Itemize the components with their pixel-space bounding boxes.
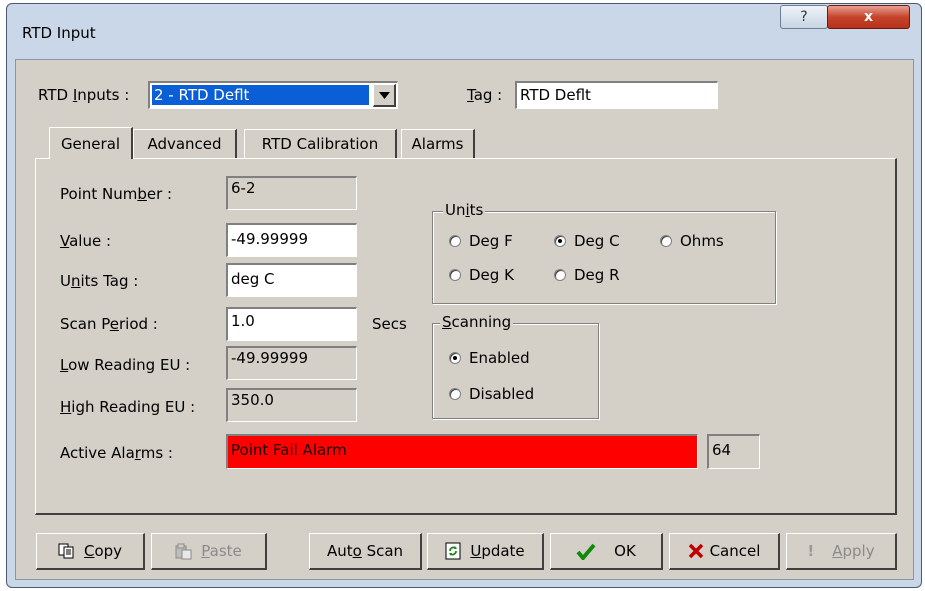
tag-input[interactable]: RTD Deflt (515, 81, 718, 109)
paste-label: Paste (201, 542, 242, 560)
scan-period-input[interactable]: 1.0 (226, 307, 357, 341)
copy-label: Copy (83, 542, 123, 560)
ok-label: OK (614, 542, 636, 560)
point-number-label: Point Number : (60, 185, 173, 203)
tab-rtd-calibration-label: RTD Calibration (261, 135, 379, 153)
value-input[interactable]: -49.99999 (226, 223, 357, 257)
copy-button[interactable]: Copy (36, 533, 145, 570)
active-alarms-label: Active Alarms : (60, 444, 173, 462)
units-radio-deg-r[interactable]: Deg R (554, 266, 620, 284)
units-radio-ohms[interactable]: Ohms (660, 232, 724, 250)
scanning-group-title: Scanning (440, 313, 514, 331)
help-icon: ? (800, 9, 808, 25)
radio-selected-icon (449, 352, 461, 364)
tab-general[interactable]: General (49, 127, 133, 159)
active-alarms-count: 64 (707, 434, 760, 469)
rtd-inputs-dropdown-button[interactable] (373, 84, 396, 107)
units-radio-deg-c[interactable]: Deg C (554, 232, 620, 250)
radio-icon (449, 235, 461, 247)
scanning-groupbox (432, 323, 599, 419)
scanning-radio-disabled[interactable]: Disabled (449, 385, 534, 403)
help-button[interactable]: ? (780, 5, 828, 29)
radio-icon (449, 269, 461, 281)
radio-icon (554, 269, 566, 281)
tab-general-label: General (60, 134, 121, 153)
units-radio-deg-k[interactable]: Deg K (449, 266, 514, 284)
rtd-inputs-label: RTD Inputs : (38, 86, 130, 104)
rtd-inputs-selected-value: 2 - RTD Deflt (152, 85, 369, 105)
update-icon (445, 542, 461, 560)
auto-scan-button[interactable]: Auto Scan (309, 533, 422, 570)
tab-alarms-label: Alarms (411, 135, 464, 153)
units-groupbox (432, 211, 776, 304)
close-button[interactable]: x (827, 5, 910, 29)
paste-icon (175, 543, 192, 559)
ok-button[interactable]: OK (550, 533, 663, 570)
low-reading-field: -49.99999 (226, 346, 357, 380)
units-group-title: Units (443, 201, 486, 219)
radio-selected-icon (554, 235, 566, 247)
low-reading-label: Low Reading EU : (60, 356, 191, 374)
units-radio-deg-f[interactable]: Deg F (449, 232, 513, 250)
paste-button[interactable]: Paste (151, 533, 267, 570)
units-tag-label: Units Tag : (60, 272, 139, 290)
window-title: RTD Input (22, 24, 96, 42)
tab-advanced[interactable]: Advanced (133, 129, 237, 158)
auto-scan-label: Auto Scan (326, 542, 404, 560)
units-tag-input[interactable]: deg C (226, 263, 357, 297)
close-icon: x (863, 9, 874, 25)
tag-label: Tag : (467, 86, 503, 104)
copy-icon (58, 543, 74, 559)
value-label: Value : (60, 232, 112, 250)
cancel-label: Cancel (709, 542, 761, 560)
radio-icon (660, 235, 672, 247)
apply-button[interactable]: ! Apply (786, 533, 897, 570)
checkmark-icon (576, 543, 596, 560)
scan-period-unit: Secs (372, 315, 407, 333)
update-button[interactable]: Update (427, 533, 544, 570)
tab-advanced-label: Advanced (147, 135, 222, 153)
exclamation-icon: ! (807, 542, 815, 560)
cancel-button[interactable]: Cancel (669, 533, 780, 570)
tab-rtd-calibration[interactable]: RTD Calibration (244, 129, 397, 158)
rtd-inputs-select[interactable]: 2 - RTD Deflt (148, 81, 398, 109)
apply-label: Apply (832, 542, 875, 560)
scan-period-label: Scan Period : (60, 315, 158, 333)
chevron-down-icon (378, 91, 390, 99)
radio-icon (449, 388, 461, 400)
active-alarms-field: Point Fail Alarm (226, 434, 698, 469)
high-reading-label: High Reading EU : (60, 398, 196, 416)
update-label: Update (470, 542, 525, 560)
cancel-x-icon (688, 543, 703, 559)
high-reading-field: 350.0 (226, 388, 357, 422)
scanning-radio-enabled[interactable]: Enabled (449, 349, 530, 367)
point-number-field: 6-2 (226, 176, 357, 210)
tab-alarms[interactable]: Alarms (401, 129, 475, 158)
